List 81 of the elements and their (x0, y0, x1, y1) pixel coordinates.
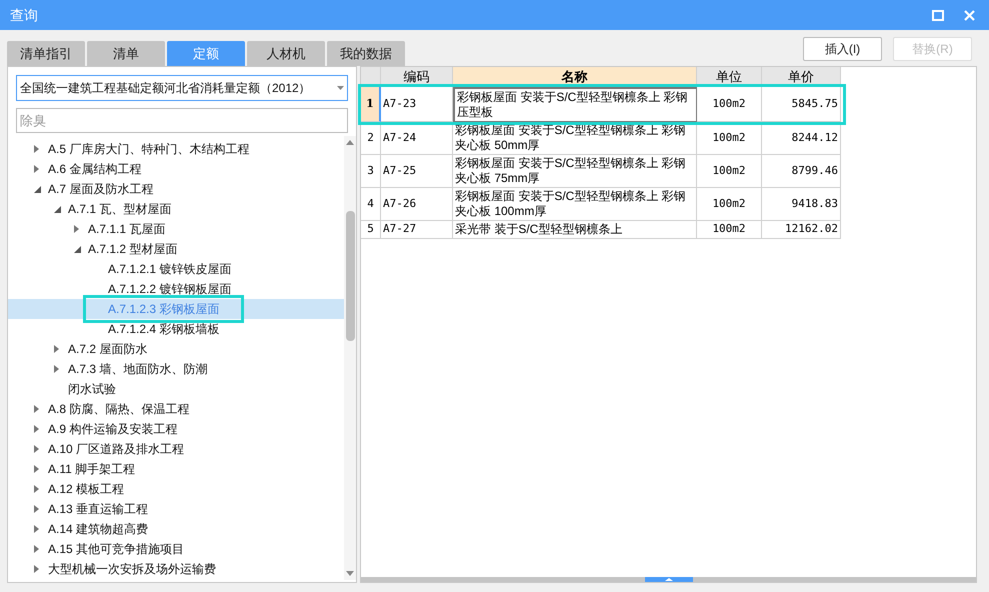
table-cell: A7-27 (381, 221, 453, 239)
tree-item[interactable]: A.6 金属结构工程 (48, 160, 142, 178)
scroll-up-icon[interactable] (346, 140, 354, 145)
tree-item[interactable]: 大型机械一次安拆及场外运输费 (48, 560, 216, 578)
tab[interactable]: 我的数据 (327, 41, 405, 66)
table-cell: A7-25 (381, 155, 453, 188)
tree-item[interactable]: A.7.3 墙、地面防水、防潮 (68, 360, 208, 378)
tree-item[interactable]: A.10 厂区道路及排水工程 (48, 440, 184, 458)
row-number: 5 (361, 221, 381, 239)
tree-item[interactable]: A.7.1 瓦、型材屋面 (68, 200, 172, 218)
expanded-arrow-icon[interactable] (74, 246, 81, 252)
row-number: 2 (361, 122, 381, 155)
table-cell: 彩钢板屋面 安装于S/C型轻型钢檩条上 彩钢压型板 (453, 87, 697, 122)
tree-item[interactable]: A.7.1.2 型材屋面 (88, 240, 178, 258)
table-cell: 100m2 (697, 188, 762, 221)
collapsed-arrow-icon[interactable] (54, 365, 59, 373)
tree-item[interactable]: A.15 其他可竞争措施项目 (48, 540, 184, 558)
table-cell: 彩钢板屋面 安装于S/C型轻型钢檩条上 彩钢夹心板 75mm厚 (453, 155, 697, 188)
tree-item[interactable]: A.7 屋面及防水工程 (48, 180, 154, 198)
row-number: 1 (361, 87, 381, 122)
expanded-arrow-icon[interactable] (54, 206, 61, 212)
table-cell: 12162.02 (762, 221, 841, 239)
table-cell: 100m2 (697, 122, 762, 155)
collapsed-arrow-icon[interactable] (34, 445, 39, 453)
table-cell: 采光带 装于S/C型轻型钢檩条上 (453, 221, 697, 239)
column-header[interactable]: 单价 (762, 67, 841, 87)
tree-item[interactable]: A.7.1.2.1 镀锌铁皮屋面 (108, 260, 232, 278)
collapsed-arrow-icon[interactable] (34, 525, 39, 533)
table-cell: 100m2 (697, 87, 762, 122)
dropdown-caret-icon[interactable] (337, 86, 344, 90)
table-cell: 5845.75 (762, 87, 841, 122)
collapsed-arrow-icon[interactable] (54, 345, 59, 353)
tree-item[interactable]: A.9 构件运输及安装工程 (48, 420, 178, 438)
table-cell: 100m2 (697, 221, 762, 239)
tree-item[interactable]: A.8 防腐、隔热、保温工程 (48, 400, 190, 418)
collapse-handle-icon[interactable] (644, 577, 692, 582)
tree-item[interactable]: A.7.2 屋面防水 (68, 340, 148, 358)
table-cell: 8799.46 (762, 155, 841, 188)
expanded-arrow-icon[interactable] (34, 186, 41, 192)
toolbar-button[interactable]: 插入(I) (803, 37, 882, 61)
scroll-down-icon[interactable] (346, 571, 354, 576)
table-cell: 8244.12 (762, 122, 841, 155)
column-header[interactable]: 单位 (697, 67, 762, 87)
collapsed-arrow-icon[interactable] (34, 425, 39, 433)
tree-item[interactable]: A.5 厂库房大门、特种门、木结构工程 (48, 140, 250, 158)
tree-item[interactable]: A.13 垂直运输工程 (48, 500, 148, 518)
collapsed-arrow-icon[interactable] (34, 465, 39, 473)
tree-item[interactable]: 闭水试验 (68, 380, 116, 398)
collapsed-arrow-icon[interactable] (34, 405, 39, 413)
tree-item[interactable]: A.14 建筑物超高费 (48, 520, 148, 538)
tree-item[interactable]: A.7.1.2.4 彩钢板墙板 (108, 320, 220, 338)
table-cell: A7-26 (381, 188, 453, 221)
row-number: 3 (361, 155, 381, 188)
table-cell: A7-24 (381, 122, 453, 155)
table-row-highlight[interactable]: 1 A7-23 彩钢板屋面 安装于S/C型轻型钢檩条上 彩钢压型板 100m2 5845.75 (361, 87, 843, 122)
table-cell: 100m2 (697, 155, 762, 188)
collapsed-arrow-icon[interactable] (34, 545, 39, 553)
window-title: 查询 (10, 6, 38, 24)
collapsed-arrow-icon[interactable] (34, 485, 39, 493)
collapsed-arrow-icon[interactable] (34, 145, 39, 153)
horizontal-scrollbar[interactable] (361, 577, 976, 582)
collapsed-arrow-icon[interactable] (34, 505, 39, 513)
tree-item[interactable]: A.11 脚手架工程 (48, 460, 136, 478)
close-icon[interactable] (964, 10, 975, 20)
collapsed-arrow-icon[interactable] (74, 225, 79, 233)
collapsed-arrow-icon[interactable] (34, 565, 39, 573)
quota-dropdown[interactable]: 全国统一建筑工程基础定额河北省消耗量定额（2012） (16, 75, 348, 101)
table-cell: A7-23 (381, 87, 453, 122)
tab[interactable]: 人材机 (247, 41, 325, 66)
maximize-icon[interactable] (932, 10, 944, 20)
scrollbar[interactable] (344, 136, 356, 580)
collapsed-arrow-icon[interactable] (34, 165, 39, 173)
row-number: 4 (361, 188, 381, 221)
tab[interactable]: 清单 (87, 41, 165, 66)
tree-item[interactable]: A.7.1.2.2 镀锌钢板屋面 (108, 280, 232, 298)
tab[interactable]: 清单指引 (7, 41, 85, 66)
scroll-thumb[interactable] (346, 211, 354, 341)
table-cell: 9418.83 (762, 188, 841, 221)
tree-item[interactable]: A.12 模板工程 (48, 480, 124, 498)
table-cell: 彩钢板屋面 安装于S/C型轻型钢檩条上 彩钢夹心板 100mm厚 (453, 188, 697, 221)
tree-item[interactable]: A.7.1.1 瓦屋面 (88, 220, 166, 238)
